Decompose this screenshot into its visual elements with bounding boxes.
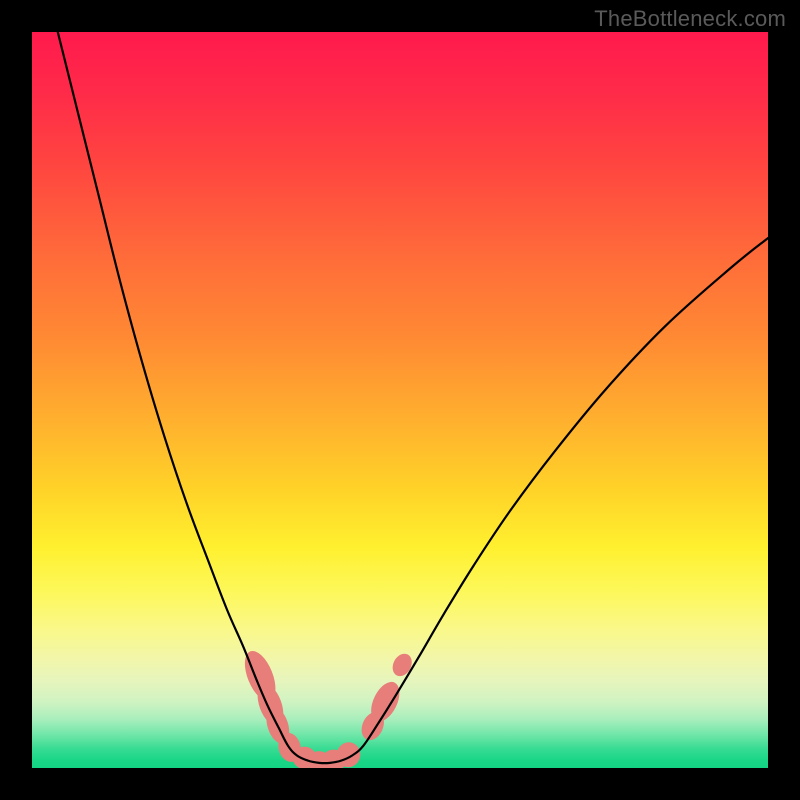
plot-area xyxy=(32,32,768,768)
outer-frame: TheBottleneck.com xyxy=(0,0,800,800)
highlight-marker xyxy=(389,650,416,679)
watermark-text: TheBottleneck.com xyxy=(594,6,786,32)
bottleneck-curve xyxy=(58,32,768,763)
chart-svg xyxy=(32,32,768,768)
